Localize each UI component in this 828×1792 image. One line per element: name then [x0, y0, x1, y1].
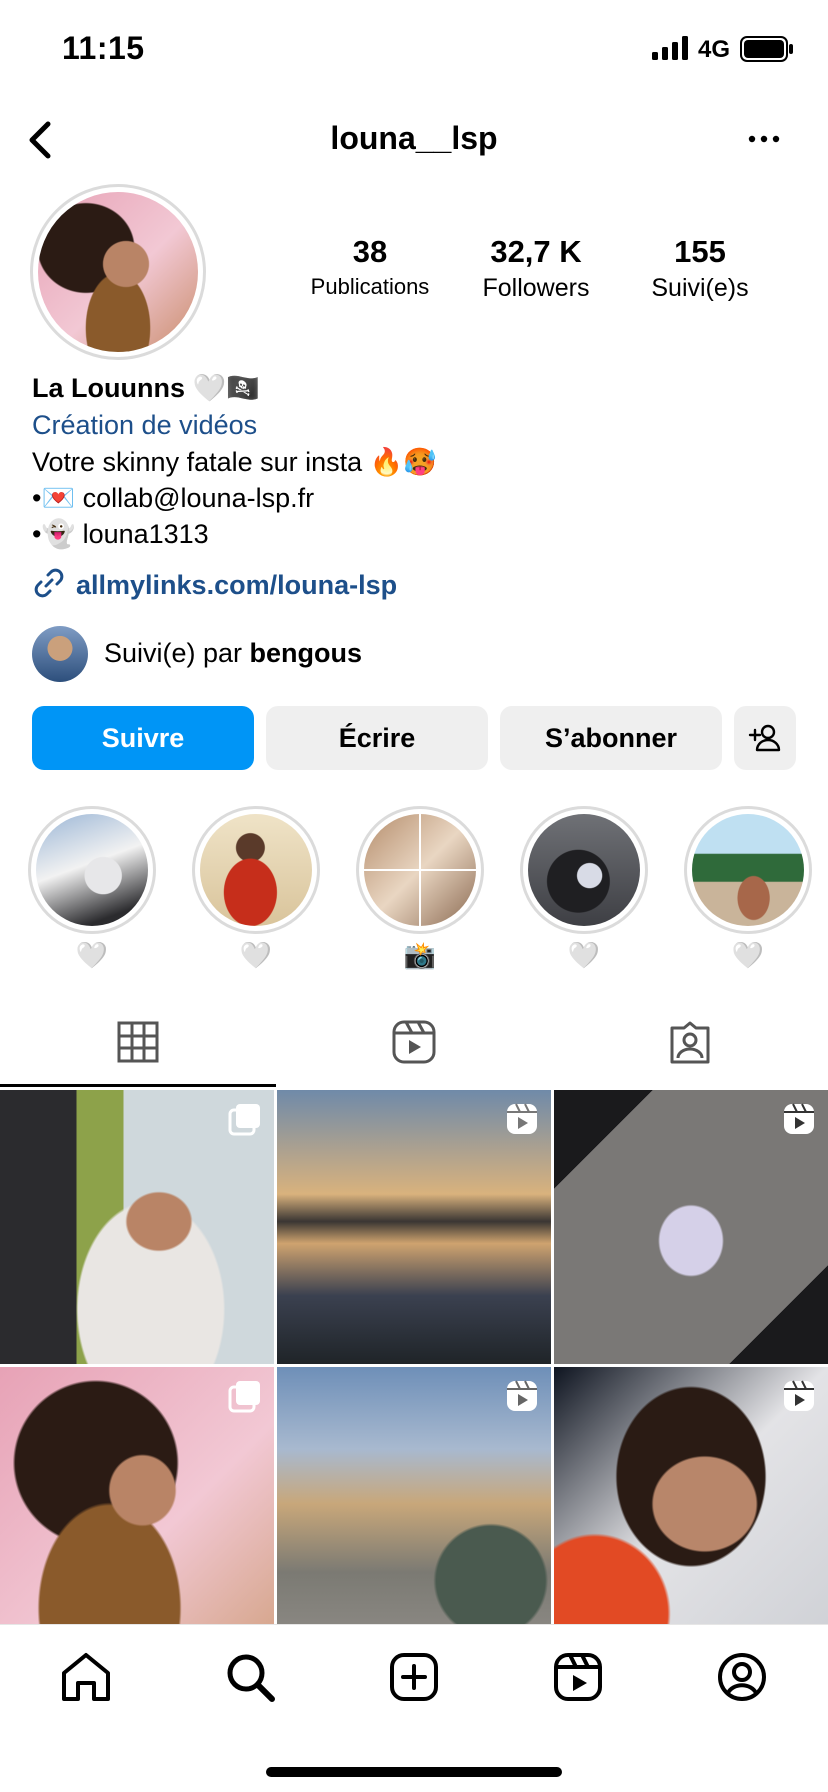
- tab-posts-grid[interactable]: [0, 996, 276, 1088]
- post-thumbnail[interactable]: [554, 1367, 828, 1641]
- reels-icon[interactable]: [550, 1649, 606, 1705]
- highlight-label: 🤍: [731, 940, 765, 970]
- active-tab-indicator: [0, 1084, 276, 1087]
- profile-bio: La Louunns 🤍🏴‍☠️ Création de vidéos Votr…: [32, 372, 812, 554]
- avatar-image: [38, 192, 198, 352]
- profile-link[interactable]: allmylinks.com/louna-lsp: [32, 566, 397, 606]
- bio-line: •👻 louna1313: [32, 519, 209, 549]
- highlight-label: 🤍: [75, 940, 109, 970]
- follow-button[interactable]: Suivre: [32, 706, 254, 770]
- followed-by-prefix: Suivi(e) par: [104, 638, 250, 668]
- profile-tabs: [0, 996, 828, 1088]
- reels-icon: [507, 1103, 537, 1134]
- reels-icon: [392, 1020, 436, 1064]
- home-icon[interactable]: [58, 1649, 114, 1705]
- post-thumbnail[interactable]: [0, 1090, 274, 1364]
- highlight-cover: [364, 814, 476, 926]
- highlight-cover: [692, 814, 804, 926]
- stat-followers[interactable]: 32,7 K Followers: [456, 234, 616, 303]
- tab-tagged[interactable]: [552, 996, 828, 1088]
- status-time: 11:15: [62, 30, 145, 66]
- profile-icon[interactable]: [714, 1649, 770, 1705]
- highlight-cover: [200, 814, 312, 926]
- highlight-item[interactable]: 🤍: [520, 806, 648, 972]
- message-button[interactable]: Écrire: [266, 706, 488, 770]
- stat-following[interactable]: 155 Suivi(e)s: [620, 234, 780, 303]
- home-indicator: [266, 1767, 562, 1777]
- grid-icon: [117, 1021, 159, 1063]
- bio-line: •💌 collab@louna-lsp.fr: [32, 483, 315, 513]
- profile-stats: 38 Publications 32,7 K Followers 155 Sui…: [290, 234, 810, 314]
- stat-value: 38: [352, 234, 388, 269]
- highlight-label: 🤍: [239, 940, 273, 970]
- suggest-accounts-button[interactable]: [734, 706, 796, 770]
- instagram-profile-screen: 11:15 4G louna__lsp 38 Publications 32,7…: [0, 0, 828, 1792]
- highlight-item[interactable]: 🤍: [684, 806, 812, 972]
- stat-value: 32,7 K: [490, 234, 582, 269]
- highlight-item[interactable]: 📸: [356, 806, 484, 972]
- search-icon[interactable]: [222, 1649, 278, 1705]
- highlight-item[interactable]: 🤍: [192, 806, 320, 972]
- profile-avatar[interactable]: [30, 184, 206, 360]
- battery-icon: [740, 36, 793, 62]
- stat-value: 155: [674, 234, 726, 269]
- reels-icon: [784, 1103, 814, 1134]
- profile-header: louna__lsp: [0, 112, 828, 168]
- tagged-icon: [670, 1021, 710, 1064]
- reels-icon: [507, 1380, 537, 1411]
- status-bar: 11:15 4G: [0, 0, 828, 100]
- bottom-navigation: [0, 1624, 828, 1792]
- follower-avatar: [32, 626, 88, 682]
- profile-category[interactable]: Création de vidéos: [32, 410, 812, 446]
- story-highlights: 🤍 🤍 📸 🤍 🤍: [0, 806, 828, 976]
- followed-by-name: bengous: [249, 638, 363, 668]
- create-icon[interactable]: [386, 1649, 442, 1705]
- highlight-cover: [528, 814, 640, 926]
- subscribe-button[interactable]: S’abonner: [500, 706, 722, 770]
- stat-label: Suivi(e)s: [651, 274, 749, 302]
- profile-link-text: allmylinks.com/louna-lsp: [76, 570, 398, 600]
- profile-actions: Suivre Écrire S’abonner: [32, 706, 796, 770]
- stat-label: Followers: [482, 274, 590, 302]
- post-thumbnail[interactable]: [277, 1367, 551, 1641]
- profile-display-name: La Louunns 🤍🏴‍☠️: [32, 373, 260, 403]
- carousel-icon: [228, 1381, 260, 1413]
- post-thumbnail[interactable]: [554, 1090, 828, 1364]
- posts-grid: [0, 1090, 828, 1641]
- stat-label: Publications: [310, 274, 430, 299]
- more-options-icon[interactable]: [744, 124, 784, 154]
- followed-by-text: Suivi(e) par bengous: [104, 638, 362, 669]
- highlight-label: 📸: [403, 940, 437, 970]
- profile-username: louna__lsp: [330, 120, 498, 156]
- highlight-cover: [36, 814, 148, 926]
- network-label: 4G: [698, 36, 731, 63]
- carousel-icon: [228, 1104, 260, 1136]
- post-thumbnail[interactable]: [0, 1367, 274, 1641]
- highlight-label: 🤍: [567, 940, 601, 970]
- tab-reels[interactable]: [276, 996, 552, 1088]
- stat-publications[interactable]: 38 Publications: [290, 234, 450, 300]
- highlight-item[interactable]: 🤍: [28, 806, 156, 972]
- add-person-icon: [748, 724, 781, 752]
- bio-line: Votre skinny fatale sur insta 🔥🥵: [32, 447, 437, 477]
- reels-icon: [784, 1380, 814, 1411]
- post-thumbnail[interactable]: [277, 1090, 551, 1364]
- link-icon: [34, 568, 64, 598]
- signal-icon: [652, 36, 688, 60]
